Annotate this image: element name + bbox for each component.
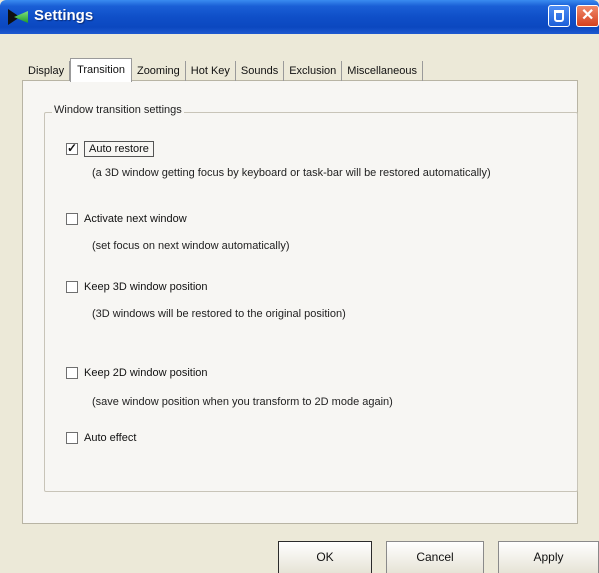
activate-next-window-label: Activate next window <box>84 213 187 225</box>
cancel-button[interactable]: Cancel <box>386 541 484 573</box>
keep-3d-window-position-checkbox[interactable] <box>66 281 78 293</box>
title-bar[interactable]: Settings ✕ <box>0 0 599 34</box>
group-title: Window transition settings <box>52 104 184 116</box>
tab-miscellaneous[interactable]: Miscellaneous <box>342 61 423 81</box>
tab-hot-key[interactable]: Hot Key <box>186 61 236 81</box>
ok-button[interactable]: OK <box>278 541 372 573</box>
app-icon <box>8 9 28 25</box>
activate-next-window-description: (set focus on next window automatically) <box>92 240 290 252</box>
tab-display[interactable]: Display <box>28 61 71 81</box>
tab-transition[interactable]: Transition <box>70 58 132 82</box>
auto-restore-description: (a 3D window getting focus by keyboard o… <box>92 167 491 179</box>
keep-2d-window-position-option[interactable]: Keep 2D window position <box>66 367 208 379</box>
auto-restore-label: Auto restore <box>84 141 154 157</box>
close-button[interactable]: ✕ <box>576 5 599 27</box>
keep-2d-window-position-label: Keep 2D window position <box>84 367 208 379</box>
window-title: Settings <box>34 7 94 24</box>
auto-restore-option[interactable]: ✓ Auto restore <box>66 141 154 157</box>
keep-2d-window-position-checkbox[interactable] <box>66 367 78 379</box>
auto-restore-checkbox[interactable]: ✓ <box>66 141 78 155</box>
tab-zooming[interactable]: Zooming <box>132 61 186 81</box>
close-icon: ✕ <box>581 7 595 24</box>
checkmark-icon: ✓ <box>67 141 78 155</box>
keep-3d-window-position-description: (3D windows will be restored to the orig… <box>92 308 346 320</box>
auto-effect-checkbox[interactable] <box>66 432 78 444</box>
auto-effect-option[interactable]: Auto effect <box>66 432 136 444</box>
tab-strip: Display Transition Zooming Hot Key Sound… <box>28 57 423 82</box>
tab-exclusion[interactable]: Exclusion <box>284 61 343 81</box>
activate-next-window-checkbox[interactable] <box>66 213 78 225</box>
activate-next-window-option[interactable]: Activate next window <box>66 213 187 225</box>
help-icon <box>554 10 564 22</box>
auto-effect-label: Auto effect <box>84 432 137 444</box>
keep-2d-window-position-description: (save window position when you transform… <box>92 396 393 408</box>
keep-3d-window-position-label: Keep 3D window position <box>84 281 208 293</box>
help-button[interactable] <box>548 5 570 27</box>
settings-dialog: Settings ✕ Display Transition Zooming Ho… <box>0 0 599 573</box>
keep-3d-window-position-option[interactable]: Keep 3D window position <box>66 281 208 293</box>
apply-button[interactable]: Apply <box>498 541 599 573</box>
tab-sounds[interactable]: Sounds <box>236 61 285 81</box>
